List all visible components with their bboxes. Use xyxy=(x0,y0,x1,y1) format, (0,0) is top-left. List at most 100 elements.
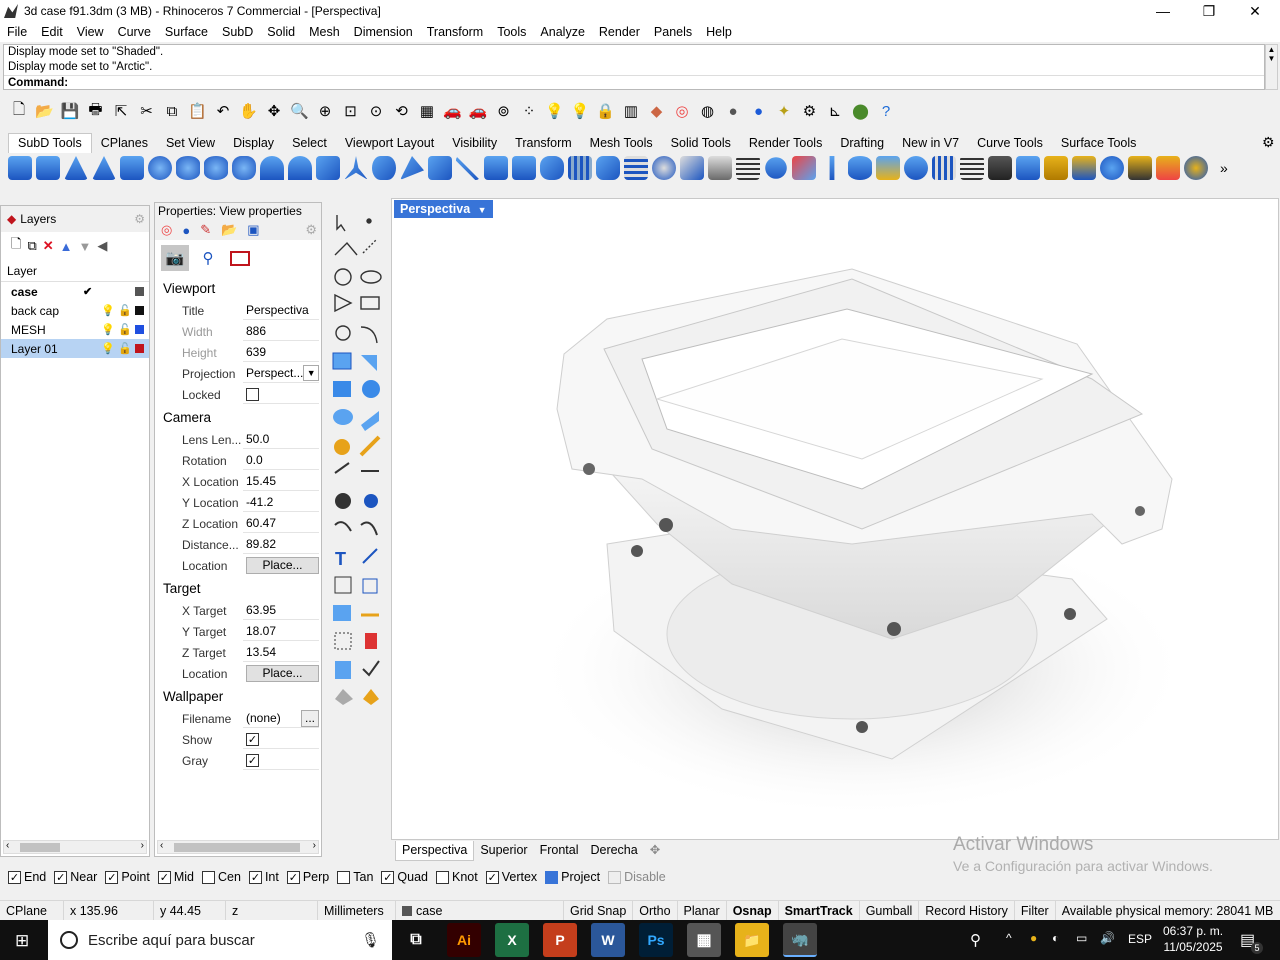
delete-layer-icon[interactable]: ✕ xyxy=(43,238,54,254)
copy-icon[interactable]: ⧉ xyxy=(161,100,183,122)
subd-truncated-cone-icon[interactable] xyxy=(92,156,116,180)
menu-help[interactable]: Help xyxy=(699,25,739,39)
layer-color-swatch[interactable] xyxy=(135,306,144,315)
subd-box-icon[interactable] xyxy=(8,156,32,180)
menu-curve[interactable]: Curve xyxy=(111,25,158,39)
viewport-frame-icon[interactable] xyxy=(227,245,253,271)
osnap-end[interactable]: ✓ End xyxy=(8,870,46,884)
subd-display-toggle-icon[interactable] xyxy=(792,156,816,180)
command-prompt[interactable]: Command: xyxy=(4,75,1264,91)
excel-icon[interactable]: X xyxy=(495,923,529,957)
menu-transform[interactable]: Transform xyxy=(420,25,491,39)
subd-weld-icon[interactable] xyxy=(708,156,732,180)
lock-icon[interactable]: 🔒 xyxy=(595,100,617,122)
osnap-toggle[interactable]: Osnap xyxy=(727,901,779,920)
car-grey-icon[interactable]: 🚗 xyxy=(467,100,489,122)
lightbulb-off-icon[interactable]: 💡 xyxy=(569,100,591,122)
zoom-icon[interactable]: 🔍 xyxy=(289,100,311,122)
subd-group-icon[interactable] xyxy=(1016,156,1040,180)
subd-box-grid-icon[interactable] xyxy=(120,156,144,180)
subd-extrude-icon[interactable] xyxy=(484,156,508,180)
rendered-sphere-icon[interactable]: ● xyxy=(722,100,744,122)
subd-sweep-icon[interactable] xyxy=(372,156,396,180)
print-icon[interactable]: 🖶 xyxy=(85,100,107,122)
help-props-icon[interactable]: ▣ xyxy=(247,222,259,238)
osnap-near[interactable]: ✓ Near xyxy=(54,870,97,884)
osnap-tan[interactable]: Tan xyxy=(337,870,373,884)
title-field[interactable]: Perspectiva xyxy=(243,301,319,320)
layer-visible-lightbulb-icon[interactable]: 💡 xyxy=(101,323,115,336)
command-history[interactable]: Display mode set to "Shaded". Display mo… xyxy=(3,44,1265,90)
tab-derecha[interactable]: Derecha xyxy=(584,841,643,860)
layers-horizontal-scrollbar[interactable]: ‹ › xyxy=(3,840,147,854)
osnap-knot[interactable]: Knot xyxy=(436,870,478,884)
tray-app-icon[interactable]: ● xyxy=(1030,931,1037,945)
camera-icon[interactable]: 📷 xyxy=(161,245,189,271)
object-props-icon[interactable]: ◎ xyxy=(161,222,172,238)
osnap-disable[interactable]: Disable xyxy=(608,870,666,884)
move-down-icon[interactable]: ▼ xyxy=(79,239,92,254)
osnap-mid[interactable]: ✓ Mid xyxy=(157,870,194,884)
texture-props-icon[interactable]: 📂 xyxy=(221,222,237,238)
view-settings-icon[interactable]: ⚲ xyxy=(195,245,221,271)
tab-frontal[interactable]: Frontal xyxy=(534,841,585,860)
command-scrollbar[interactable]: ▲ ▼ xyxy=(1265,44,1278,90)
minimize-button[interactable]: — xyxy=(1140,0,1186,22)
snap-icon[interactable]: ⊚ xyxy=(493,100,515,122)
distance-field[interactable]: 89.82 xyxy=(243,535,319,554)
y-target-field[interactable]: 18.07 xyxy=(243,622,319,641)
render-sphere-icon[interactable]: ● xyxy=(748,100,770,122)
subd-slide-icon[interactable] xyxy=(829,156,835,180)
subd-patch-icon[interactable] xyxy=(400,156,424,180)
browse-button[interactable]: ... xyxy=(301,709,319,727)
tab-curve-tools[interactable]: Curve Tools xyxy=(968,134,1052,153)
rhino-taskbar-icon[interactable]: 🦏 xyxy=(783,923,817,957)
subd-arc-icon[interactable] xyxy=(260,156,284,180)
subd-arc2-icon[interactable] xyxy=(288,156,312,180)
subd-fill-icon[interactable] xyxy=(848,156,872,180)
subd-symmetry-icon[interactable] xyxy=(765,157,787,179)
subd-pen-icon[interactable] xyxy=(1128,156,1152,180)
gumball-toggle[interactable]: Gumball xyxy=(860,901,920,920)
menu-file[interactable]: File xyxy=(0,25,34,39)
layer-color-swatch[interactable] xyxy=(135,287,144,296)
tab-transform[interactable]: Transform xyxy=(506,134,581,153)
osnap-quad[interactable]: ✓ Quad xyxy=(381,870,428,884)
subd-insert-point-icon[interactable] xyxy=(568,156,592,180)
gray-checkbox[interactable]: ✓ xyxy=(246,753,259,767)
material-icon[interactable]: ◆ xyxy=(646,100,668,122)
menu-view[interactable]: View xyxy=(70,25,111,39)
subd-convert-icon[interactable] xyxy=(1044,156,1068,180)
subd-cone-icon[interactable] xyxy=(64,156,88,180)
taskbar-search[interactable]: Escribe aquí para buscar 🎙 xyxy=(48,920,392,960)
subd-quadball-icon[interactable] xyxy=(232,156,256,180)
new-sublayer-icon[interactable]: ⧉ xyxy=(27,238,36,254)
tab-set-view[interactable]: Set View xyxy=(157,134,224,153)
pan-icon[interactable]: ✋ xyxy=(238,100,260,122)
layer-color-swatch[interactable] xyxy=(135,325,144,334)
lens-length-field[interactable]: 50.0 xyxy=(243,430,319,449)
layer-color-swatch[interactable] xyxy=(135,344,144,353)
properties-horizontal-scrollbar[interactable]: ‹ › xyxy=(157,840,319,854)
perspective-viewport[interactable] xyxy=(391,198,1279,840)
menu-edit[interactable]: Edit xyxy=(34,25,70,39)
subd-align-icon[interactable] xyxy=(736,156,760,180)
menu-subd[interactable]: SubD xyxy=(215,25,260,39)
osnap-cen[interactable]: Cen xyxy=(202,870,241,884)
layer-visible-lightbulb-icon[interactable]: 💡 xyxy=(101,304,115,317)
illustrator-icon[interactable]: Ai xyxy=(447,923,481,957)
layer-row-back-cap[interactable]: back cap 💡 🔓 xyxy=(1,301,149,320)
tab-viewport-layout[interactable]: Viewport Layout xyxy=(336,134,443,153)
subd-bridge-icon[interactable] xyxy=(428,156,452,180)
osnap-perp[interactable]: ✓ Perp xyxy=(286,870,329,884)
subd-globe2-icon[interactable] xyxy=(1100,156,1124,180)
filter-toggle[interactable]: Filter xyxy=(1015,901,1056,920)
undo-view-icon[interactable]: ⟲ xyxy=(391,100,413,122)
z-location-field[interactable]: 60.47 xyxy=(243,514,319,533)
osnap-vertex[interactable]: ✓ Vertex xyxy=(485,870,537,884)
layer-unlocked-icon[interactable]: 🔓 xyxy=(118,342,132,355)
menu-render[interactable]: Render xyxy=(592,25,647,39)
subd-help-icon[interactable] xyxy=(1184,156,1208,180)
layer-unlocked-icon[interactable]: 🔓 xyxy=(118,304,132,317)
subd-insert-edge-icon[interactable] xyxy=(540,156,564,180)
